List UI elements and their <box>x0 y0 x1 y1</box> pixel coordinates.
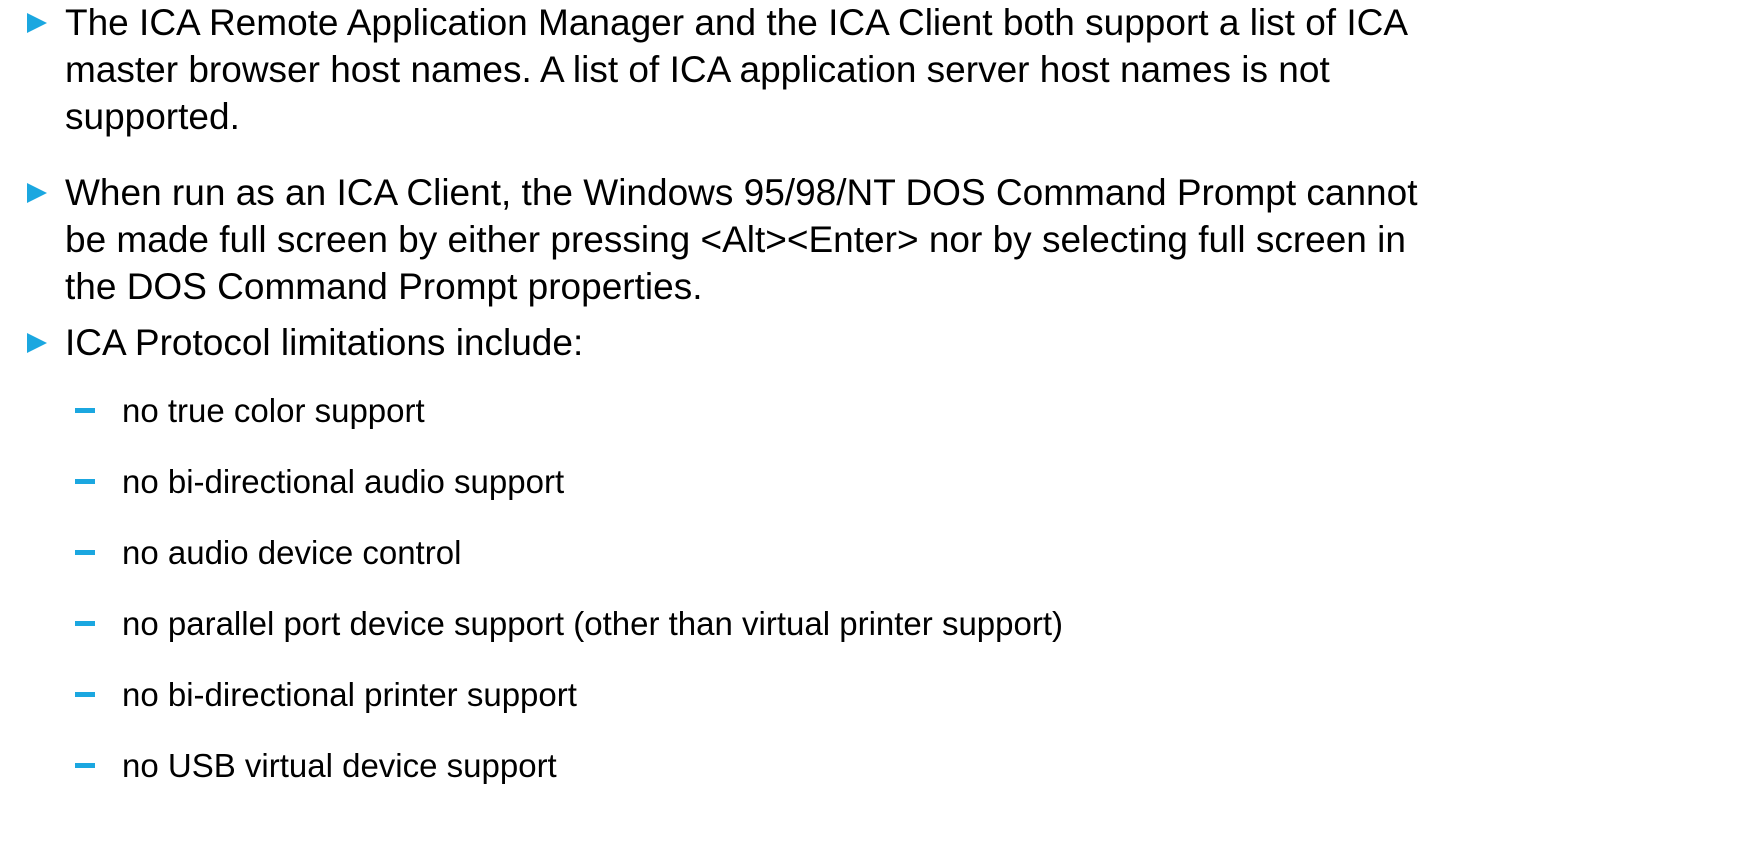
sub-bullet-6: no USB virtual device support <box>122 747 557 784</box>
bullet-arrow-icon <box>27 333 47 353</box>
sub-bullet-dash-icon <box>75 479 95 484</box>
sub-bullet-dash-icon <box>75 763 95 768</box>
sub-bullet-1: no true color support <box>122 392 425 429</box>
slide: The ICA Remote Application Manager and t… <box>0 0 1743 851</box>
bullet-arrow-icon <box>27 13 47 33</box>
bullet-1-line-1: The ICA Remote Application Manager and t… <box>65 2 1409 43</box>
sub-bullet-5: no bi-directional printer support <box>122 676 577 713</box>
sub-bullet-4: no parallel port device support (other t… <box>122 605 1063 642</box>
sub-bullet-dash-icon <box>75 621 95 626</box>
sub-bullet-dash-icon <box>75 550 95 555</box>
bullet-1-line-3: supported. <box>65 96 240 137</box>
bullet-2-line-2: be made full screen by either pressing <… <box>65 219 1406 260</box>
bullet-2-line-1: When run as an ICA Client, the Windows 9… <box>65 172 1418 213</box>
sub-bullet-dash-icon <box>75 692 95 697</box>
sub-bullet-3: no audio device control <box>122 534 462 571</box>
bullet-arrow-icon <box>27 183 47 203</box>
bullet-2-line-3: the DOS Command Prompt properties. <box>65 266 703 307</box>
bullet-1-line-2: master browser host names. A list of ICA… <box>65 49 1330 90</box>
sub-bullet-dash-icon <box>75 408 95 413</box>
bullet-3-line-1: ICA Protocol limitations include: <box>65 322 584 363</box>
sub-bullet-2: no bi-directional audio support <box>122 463 565 500</box>
